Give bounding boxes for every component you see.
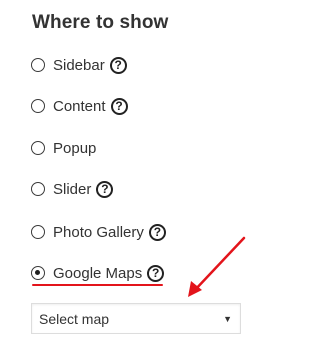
chevron-down-icon[interactable]: ▼ <box>223 314 232 324</box>
option-content[interactable]: Content ? <box>31 94 128 118</box>
section-title: Where to show <box>32 12 169 33</box>
option-google-maps[interactable]: Google Maps ? <box>31 261 165 285</box>
option-slider[interactable]: Slider ? <box>31 177 114 201</box>
radio-photo-gallery[interactable] <box>31 225 45 239</box>
help-icon[interactable]: ? <box>147 264 165 282</box>
help-icon[interactable]: ? <box>110 97 128 115</box>
option-label-popup: Popup <box>53 139 97 157</box>
option-sidebar[interactable]: Sidebar ? <box>31 53 127 77</box>
arrow-annotation-icon <box>188 236 246 297</box>
radio-content[interactable] <box>31 99 45 113</box>
option-photo-gallery[interactable]: Photo Gallery ? <box>31 220 166 244</box>
help-icon[interactable]: ? <box>109 56 127 74</box>
help-icon[interactable]: ? <box>96 180 114 198</box>
radio-sidebar[interactable] <box>31 58 45 72</box>
option-label-slider: Slider <box>53 180 92 198</box>
option-popup[interactable]: Popup <box>31 136 96 160</box>
radio-slider[interactable] <box>31 182 45 196</box>
option-label-google-maps: Google Maps <box>53 264 143 282</box>
radio-popup[interactable] <box>31 141 45 155</box>
option-label-sidebar: Sidebar <box>53 56 105 74</box>
option-label-content: Content <box>53 97 106 115</box>
map-select[interactable]: Select map ▼ <box>31 303 241 334</box>
highlight-underline <box>32 284 163 286</box>
radio-google-maps[interactable] <box>31 266 45 280</box>
option-label-photo-gallery: Photo Gallery <box>53 223 144 241</box>
help-icon[interactable]: ? <box>148 223 166 241</box>
where-to-show-panel: Where to show Sidebar ? Content ? Popup … <box>0 0 267 344</box>
map-select-value: Select map <box>39 310 110 327</box>
